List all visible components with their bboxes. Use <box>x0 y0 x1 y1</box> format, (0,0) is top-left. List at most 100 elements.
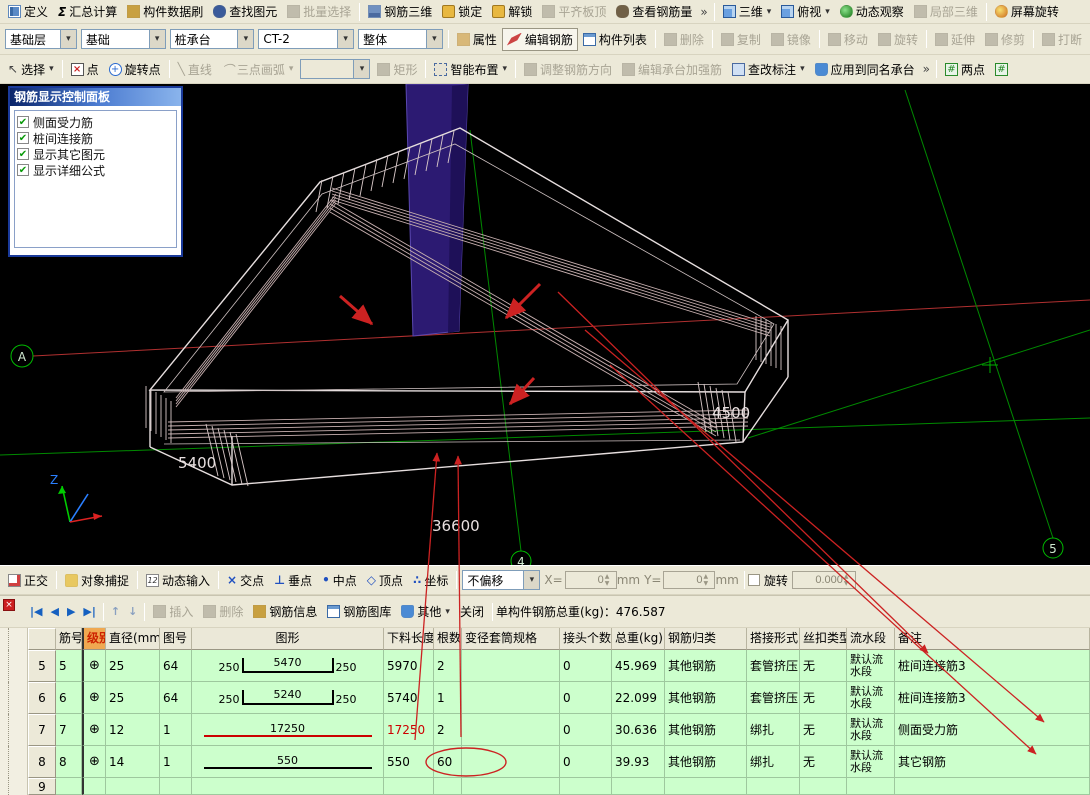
cell-note[interactable]: 侧面受力筋 <box>895 714 1090 746</box>
cell-note[interactable]: 桩间连接筋3 <box>895 650 1090 682</box>
cell-category[interactable]: 其他钢筋 <box>665 650 747 682</box>
two-point-button[interactable]: #两点 <box>940 58 990 81</box>
checkbox-side-force-rebar[interactable]: ✔侧面受力筋 <box>17 114 174 130</box>
cell-shape[interactable]: 2505470250 <box>192 650 384 682</box>
checkbox-show-other-elements[interactable]: ✔显示其它图元 <box>17 146 174 162</box>
rebar-lines[interactable] <box>168 188 770 438</box>
offset-combo[interactable]: 不偏移▾ <box>462 570 540 590</box>
viewport-3d[interactable]: A 4 5 <box>0 84 1090 565</box>
row-number[interactable]: 7 <box>28 714 56 746</box>
dropdown-arrow[interactable]: ▾ <box>502 64 507 74</box>
cell-jinhao[interactable]: 6 <box>56 682 82 714</box>
cell-level rebar-grade-symbol[interactable]: ⊕ <box>82 714 106 746</box>
type-combo[interactable]: 桩承台▾ <box>170 29 255 49</box>
cell-diameter[interactable]: 12 <box>106 714 160 746</box>
cell-lap-type[interactable] <box>747 778 800 795</box>
cell-sleeve-spec[interactable] <box>462 682 560 714</box>
cell-shape[interactable]: 2505240250 <box>192 682 384 714</box>
row-number[interactable]: 6 <box>28 682 56 714</box>
cell-thread-type[interactable]: 无 <box>800 714 847 746</box>
toolbar-overflow-chevron[interactable]: » <box>920 62 933 76</box>
cell-flow-section[interactable] <box>847 778 895 795</box>
find-element-button[interactable]: 查找图元 <box>208 0 282 23</box>
cell-level rebar-grade-symbol[interactable]: ⊕ <box>82 650 106 682</box>
cell-diameter[interactable]: 14 <box>106 746 160 778</box>
dynamic-input-button[interactable]: 12动态输入 <box>141 569 215 592</box>
checkbox-checked-icon[interactable]: ✔ <box>17 164 29 176</box>
cell-joints[interactable] <box>560 778 612 795</box>
nav-last-button[interactable]: ▶| <box>79 604 99 619</box>
cell-flow-section[interactable]: 默认流水段 <box>847 746 895 778</box>
intersect-snap-button[interactable]: ×交点 <box>222 569 269 592</box>
cell-jinhao[interactable] <box>56 778 82 795</box>
unlock-button[interactable]: 解锁 <box>487 0 537 23</box>
cell-cut-length[interactable] <box>384 778 434 795</box>
cell-level[interactable] <box>82 778 106 795</box>
close-icon[interactable]: × <box>3 599 15 611</box>
toolbar-overflow-chevron[interactable]: » <box>697 5 710 19</box>
header-weight[interactable]: 总重(kg) <box>612 628 665 650</box>
cell-weight[interactable]: 45.969 <box>612 650 665 682</box>
checkbox-checked-icon[interactable]: ✔ <box>17 148 29 160</box>
cell-thread-type[interactable]: 无 <box>800 682 847 714</box>
ortho-button[interactable]: 正交 <box>3 569 53 592</box>
element-list-button[interactable]: 构件列表 <box>578 28 652 51</box>
header-flow-section[interactable]: 流水段 <box>847 628 895 650</box>
cell-count[interactable] <box>434 778 462 795</box>
cell-thread-type[interactable]: 无 <box>800 746 847 778</box>
spinner-icon[interactable]: ▲▼ <box>605 573 615 587</box>
cell-fig-no[interactable] <box>160 778 192 795</box>
header-note[interactable]: 备注 <box>895 628 1090 650</box>
row-number[interactable]: 5 <box>28 650 56 682</box>
cell-shape[interactable]: 550 <box>192 746 384 778</box>
row-number[interactable]: 8 <box>28 746 56 778</box>
cell-category[interactable] <box>665 778 747 795</box>
checkbox-checked-icon[interactable]: ✔ <box>17 116 29 128</box>
cell-flow-section[interactable]: 默认流水段 <box>847 682 895 714</box>
cell-joints[interactable]: 0 <box>560 746 612 778</box>
define-button[interactable]: 定义 <box>3 0 53 23</box>
cell-weight[interactable]: 39.93 <box>612 746 665 778</box>
lock-button[interactable]: 锁定 <box>437 0 487 23</box>
header-shape[interactable]: 图形 <box>192 628 384 650</box>
header-count[interactable]: 根数 <box>434 628 462 650</box>
clipped-button[interactable]: # <box>990 60 1013 79</box>
cell-fig-no[interactable]: 64 <box>160 650 192 682</box>
cell-diameter[interactable] <box>106 778 160 795</box>
orbit-button[interactable]: 动态观察 <box>835 0 909 23</box>
header-fig-no[interactable]: 图号 <box>160 628 192 650</box>
cell-jinhao[interactable]: 7 <box>56 714 82 746</box>
cell-lap-type[interactable]: 绑扎 <box>747 746 800 778</box>
smart-layout-button[interactable]: 智能布置▾ <box>429 58 512 81</box>
dropdown-arrow[interactable]: ▾ <box>800 64 805 74</box>
nav-prev-button[interactable]: ◀ <box>46 604 62 619</box>
close-table-button[interactable]: 关闭 <box>455 600 489 623</box>
cell-joints[interactable]: 0 <box>560 714 612 746</box>
cell-level rebar-grade-symbol[interactable]: ⊕ <box>82 746 106 778</box>
chevron-down-icon[interactable]: ▾ <box>60 30 76 48</box>
header-sleeve-spec[interactable]: 变径套筒规格 <box>462 628 560 650</box>
vertex-snap-button[interactable]: ◇顶点 <box>362 569 408 592</box>
checkbox-checked-icon[interactable]: ✔ <box>17 132 29 144</box>
cell-diameter[interactable]: 25 <box>106 650 160 682</box>
chevron-down-icon[interactable]: ▾ <box>237 30 253 48</box>
dropdown-arrow[interactable]: ▾ <box>49 64 54 74</box>
cell-note[interactable] <box>895 778 1090 795</box>
cell-sleeve-spec[interactable] <box>462 714 560 746</box>
cell-weight[interactable]: 22.099 <box>612 682 665 714</box>
rebar-3d-button[interactable]: 钢筋三维 <box>363 0 437 23</box>
screen-rotate-button[interactable]: 屏幕旋转 <box>990 0 1064 23</box>
cell-lap-type[interactable]: 绑扎 <box>747 714 800 746</box>
summary-calc-button[interactable]: Σ汇总计算 <box>53 0 122 23</box>
header-diameter[interactable]: 直径(mm) <box>106 628 160 650</box>
cell-count[interactable]: 1 <box>434 682 462 714</box>
cell-fig-no[interactable]: 1 <box>160 746 192 778</box>
cell-cut-length[interactable]: 17250 <box>384 714 434 746</box>
chevron-down-icon[interactable]: ▾ <box>337 30 353 48</box>
spinner-icon[interactable]: ▲▼ <box>703 573 713 587</box>
cell-shape[interactable]: 17250 <box>192 714 384 746</box>
header-level[interactable]: 级别 <box>82 628 106 650</box>
cell-lap-type[interactable]: 套管挤压 <box>747 650 800 682</box>
chevron-down-icon[interactable]: ▾ <box>523 571 539 589</box>
view-3d-button[interactable]: 三维▾ <box>718 0 777 23</box>
